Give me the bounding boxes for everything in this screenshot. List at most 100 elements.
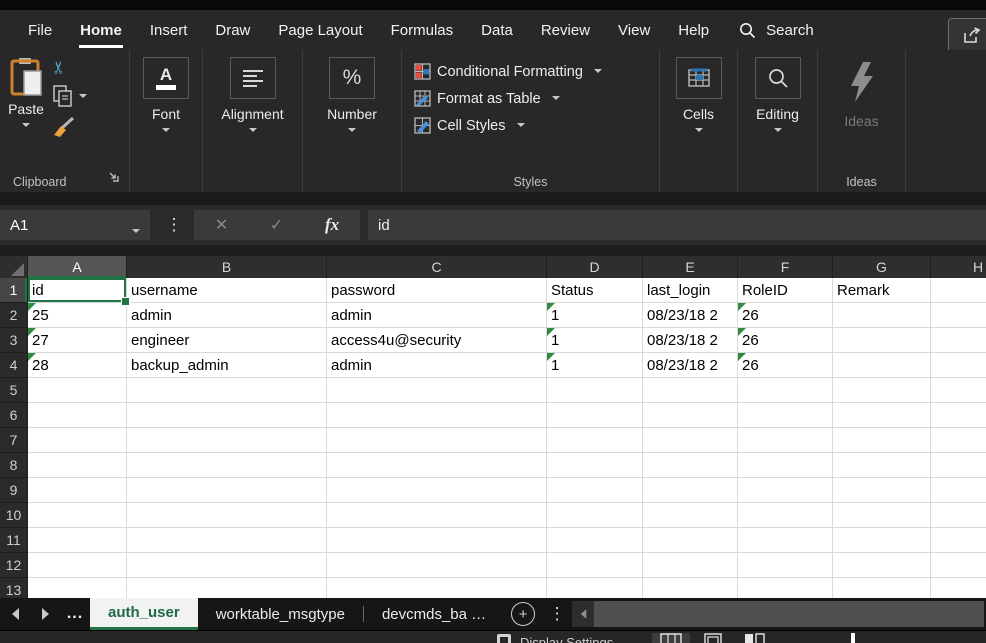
scrollbar-thumb[interactable] [594, 601, 984, 627]
cell-H12[interactable] [931, 553, 986, 578]
cell-F8[interactable] [738, 453, 833, 478]
cell-E13[interactable] [643, 578, 738, 598]
next-sheet-button[interactable] [30, 598, 60, 630]
column-header-C[interactable]: C [327, 256, 547, 278]
cell-D10[interactable] [547, 503, 643, 528]
cell-A5[interactable] [28, 378, 127, 403]
cell-D13[interactable] [547, 578, 643, 598]
cell-D5[interactable] [547, 378, 643, 403]
alignment-button[interactable]: Alignment [203, 50, 302, 132]
cell-styles-button[interactable]: Cell Styles [414, 112, 659, 139]
cell-G6[interactable] [833, 403, 931, 428]
cell-A8[interactable] [28, 453, 127, 478]
cell-H2[interactable] [931, 303, 986, 328]
cell-A9[interactable] [28, 478, 127, 503]
cell-C10[interactable] [327, 503, 547, 528]
cell-D11[interactable] [547, 528, 643, 553]
menu-tab-view[interactable]: View [604, 10, 664, 50]
cell-B9[interactable] [127, 478, 327, 503]
column-header-E[interactable]: E [643, 256, 738, 278]
cell-A4[interactable]: 28 [28, 353, 127, 378]
cell-F5[interactable] [738, 378, 833, 403]
cell-D12[interactable] [547, 553, 643, 578]
cell-B3[interactable]: engineer [127, 328, 327, 353]
cell-D8[interactable] [547, 453, 643, 478]
cancel-icon[interactable]: ✕ [215, 215, 228, 235]
cell-G11[interactable] [833, 528, 931, 553]
sheet-tab-auth-user[interactable]: auth_user [90, 598, 198, 630]
cell-E2[interactable]: 08/23/18 2 [643, 303, 738, 328]
column-header-F[interactable]: F [738, 256, 833, 278]
menu-tab-page-layout[interactable]: Page Layout [264, 10, 376, 50]
sheet-options-kebab-icon[interactable]: ⋮ [542, 598, 572, 630]
paste-button[interactable]: Paste [8, 57, 44, 192]
cell-G12[interactable] [833, 553, 931, 578]
cell-H5[interactable] [931, 378, 986, 403]
cell-E11[interactable] [643, 528, 738, 553]
row-header-7[interactable]: 7 [0, 428, 28, 453]
cell-G13[interactable] [833, 578, 931, 598]
cell-G5[interactable] [833, 378, 931, 403]
column-header-D[interactable]: D [547, 256, 643, 278]
cell-C13[interactable] [327, 578, 547, 598]
cell-G8[interactable] [833, 453, 931, 478]
display-settings-label[interactable]: Display Settings [520, 635, 613, 643]
cell-H3[interactable] [931, 328, 986, 353]
menu-tab-data[interactable]: Data [467, 10, 527, 50]
cell-A11[interactable] [28, 528, 127, 553]
cell-A3[interactable]: 27 [28, 328, 127, 353]
cell-C3[interactable]: access4u@security [327, 328, 547, 353]
row-header-4[interactable]: 4 [0, 353, 28, 378]
page-layout-view-button[interactable] [694, 633, 732, 643]
cell-B2[interactable]: admin [127, 303, 327, 328]
prev-sheet-button[interactable] [0, 598, 30, 630]
fill-handle[interactable] [121, 297, 130, 306]
cell-G9[interactable] [833, 478, 931, 503]
cell-F1[interactable]: RoleID [738, 278, 833, 303]
cell-H7[interactable] [931, 428, 986, 453]
cell-F10[interactable] [738, 503, 833, 528]
cell-E7[interactable] [643, 428, 738, 453]
cell-B8[interactable] [127, 453, 327, 478]
row-header-9[interactable]: 9 [0, 478, 28, 503]
cell-E12[interactable] [643, 553, 738, 578]
menu-tab-draw[interactable]: Draw [201, 10, 264, 50]
cell-C12[interactable] [327, 553, 547, 578]
cell-C2[interactable]: admin [327, 303, 547, 328]
cell-F2[interactable]: 26 [738, 303, 833, 328]
format-as-table-button[interactable]: Format as Table [414, 85, 659, 112]
menu-tab-home[interactable]: Home [66, 10, 136, 50]
cell-B11[interactable] [127, 528, 327, 553]
cell-B13[interactable] [127, 578, 327, 598]
row-header-1[interactable]: 1 [0, 278, 28, 303]
new-sheet-button[interactable]: + [504, 598, 542, 630]
cell-C5[interactable] [327, 378, 547, 403]
enter-icon[interactable]: ✓ [270, 215, 283, 235]
cell-F6[interactable] [738, 403, 833, 428]
cell-H8[interactable] [931, 453, 986, 478]
horizontal-scrollbar[interactable] [572, 598, 984, 630]
row-header-8[interactable]: 8 [0, 453, 28, 478]
editing-button[interactable]: Editing [738, 50, 817, 132]
cell-C7[interactable] [327, 428, 547, 453]
cell-G7[interactable] [833, 428, 931, 453]
cell-E8[interactable] [643, 453, 738, 478]
cell-H6[interactable] [931, 403, 986, 428]
cell-C6[interactable] [327, 403, 547, 428]
copy-button[interactable] [52, 85, 87, 107]
cell-H10[interactable] [931, 503, 986, 528]
insert-function-button[interactable]: fx [325, 215, 339, 235]
cell-E10[interactable] [643, 503, 738, 528]
cell-A10[interactable] [28, 503, 127, 528]
cell-G3[interactable] [833, 328, 931, 353]
cell-A2[interactable]: 25 [28, 303, 127, 328]
cell-B1[interactable]: username [127, 278, 327, 303]
select-all-corner[interactable] [0, 256, 28, 278]
menu-tab-help[interactable]: Help [664, 10, 723, 50]
row-header-11[interactable]: 11 [0, 528, 28, 553]
cell-D1[interactable]: Status [547, 278, 643, 303]
cell-E9[interactable] [643, 478, 738, 503]
scroll-left-button[interactable] [572, 601, 594, 627]
normal-view-button[interactable] [652, 633, 690, 643]
cell-E6[interactable] [643, 403, 738, 428]
